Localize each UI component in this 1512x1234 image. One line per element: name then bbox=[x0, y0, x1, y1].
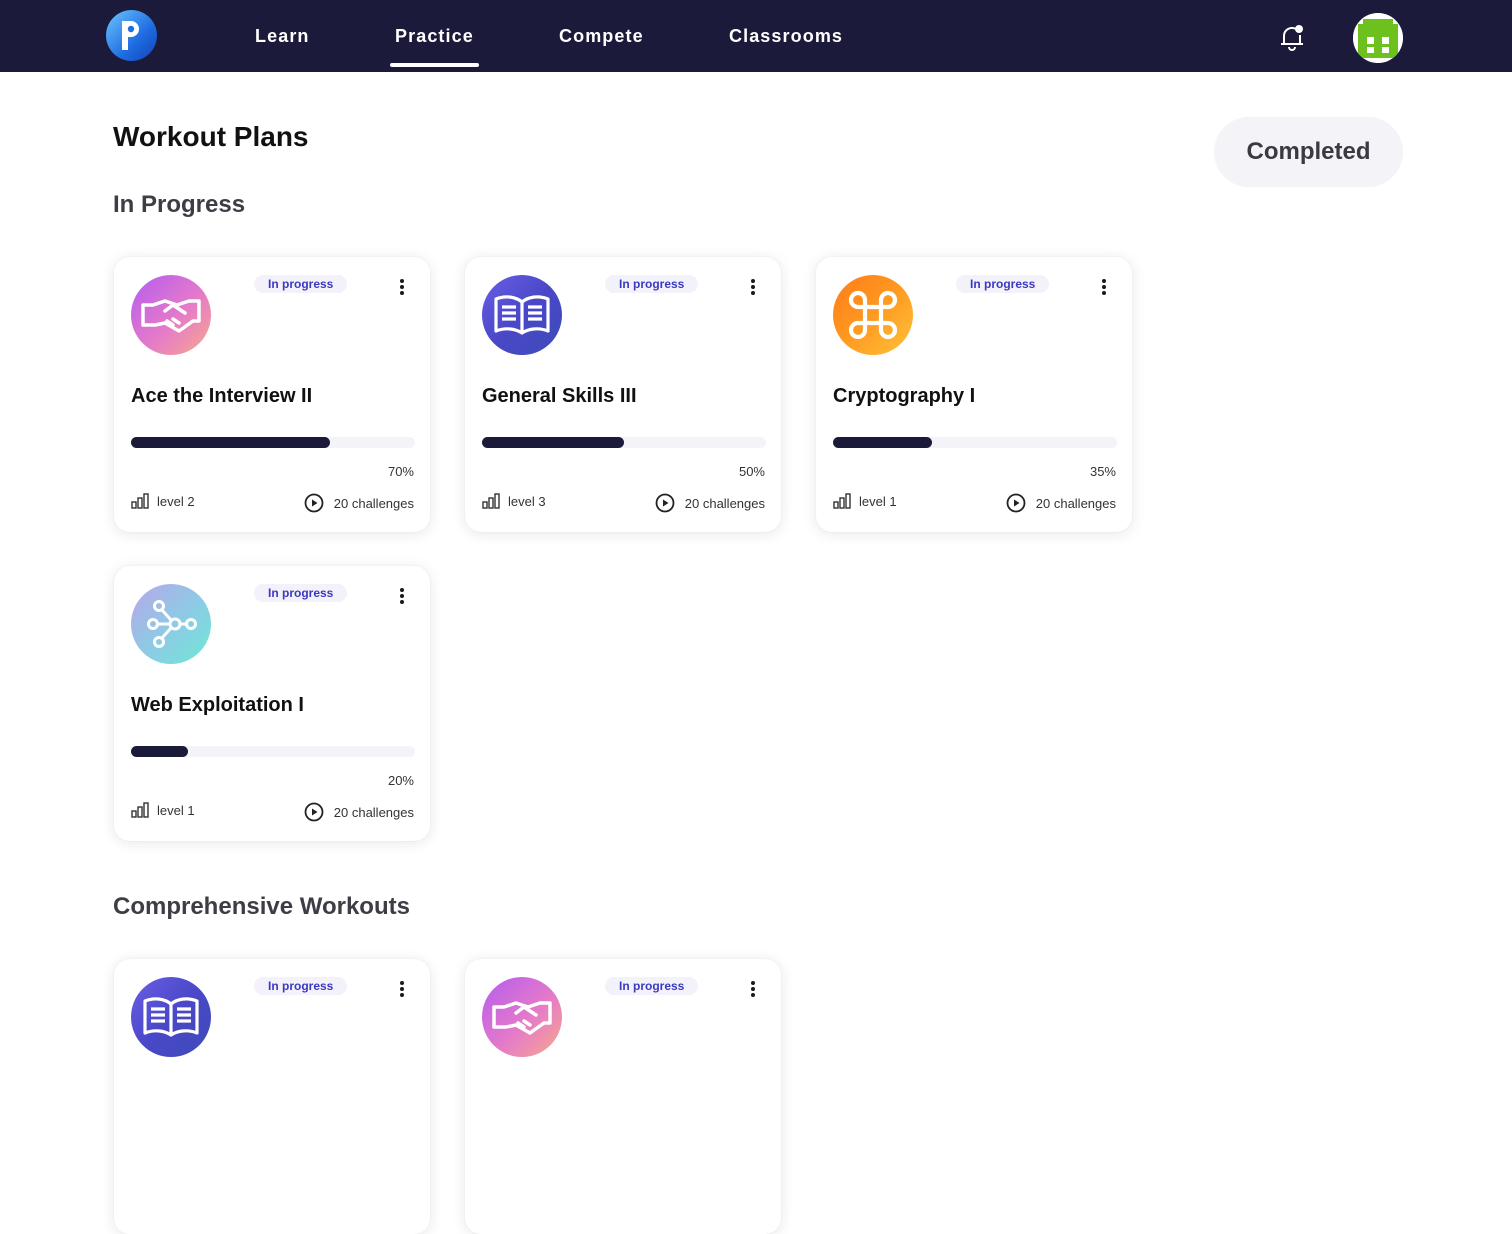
top-nav: Learn Practice Compete Classrooms bbox=[0, 0, 1512, 72]
more-options-icon[interactable] bbox=[394, 277, 410, 299]
level-info: level 1 bbox=[833, 493, 897, 509]
level-info: level 2 bbox=[131, 493, 195, 509]
card-title: Cryptography I bbox=[833, 385, 976, 407]
level-label: level 3 bbox=[508, 493, 546, 509]
progress-fill bbox=[482, 437, 624, 448]
progress-fill bbox=[131, 746, 188, 757]
play-circle-icon bbox=[655, 493, 675, 513]
more-options-icon[interactable] bbox=[394, 979, 410, 1001]
progress-fill bbox=[833, 437, 933, 448]
command-icon bbox=[833, 275, 913, 355]
progress-bar bbox=[131, 746, 415, 757]
handshake-icon bbox=[131, 275, 211, 355]
progress-percent: 20% bbox=[387, 773, 414, 788]
level-bars-icon bbox=[131, 802, 149, 818]
status-badge: In progress bbox=[254, 584, 348, 602]
card-title: General Skills III bbox=[482, 385, 637, 407]
workout-card-general-skills[interactable]: In progress General Skills III 50% level… bbox=[465, 257, 781, 532]
status-badge: In progress bbox=[956, 275, 1050, 293]
challenges-info: 20 challenges bbox=[1006, 493, 1116, 513]
nav-practice[interactable]: Practice bbox=[390, 26, 479, 67]
handshake-icon bbox=[482, 977, 562, 1057]
level-bars-icon bbox=[482, 493, 500, 509]
card-title: Ace the Interview II bbox=[131, 385, 313, 407]
comprehensive-card-1[interactable]: In progress bbox=[114, 959, 430, 1234]
progress-bar bbox=[131, 437, 415, 448]
logo-p-icon bbox=[122, 21, 139, 50]
play-circle-icon bbox=[304, 802, 324, 822]
level-label: level 2 bbox=[157, 493, 195, 509]
network-icon bbox=[131, 584, 211, 664]
pixel-avatar-icon bbox=[1353, 13, 1403, 63]
comprehensive-card-2[interactable]: In progress bbox=[465, 959, 781, 1234]
progress-percent: 35% bbox=[1089, 464, 1116, 479]
more-options-icon[interactable] bbox=[745, 979, 761, 1001]
challenges-info: 20 challenges bbox=[655, 493, 765, 513]
level-info: level 3 bbox=[482, 493, 546, 509]
level-bars-icon bbox=[131, 493, 149, 509]
level-label: level 1 bbox=[157, 802, 195, 818]
more-options-icon[interactable] bbox=[1096, 277, 1112, 299]
book-icon bbox=[131, 977, 211, 1057]
level-bars-icon bbox=[833, 493, 851, 509]
workout-card-cryptography[interactable]: In progress Cryptography I 35% level 1 2… bbox=[816, 257, 1132, 532]
notification-bell-icon[interactable] bbox=[1278, 22, 1306, 52]
status-badge: In progress bbox=[254, 977, 348, 995]
book-icon bbox=[482, 275, 562, 355]
challenges-label: 20 challenges bbox=[333, 495, 414, 511]
section-in-progress-heading: In Progress bbox=[113, 191, 246, 218]
progress-percent: 70% bbox=[387, 464, 414, 479]
challenges-label: 20 challenges bbox=[333, 804, 414, 820]
level-info: level 1 bbox=[131, 802, 195, 818]
more-options-icon[interactable] bbox=[394, 586, 410, 608]
status-badge: In progress bbox=[254, 275, 348, 293]
progress-percent: 50% bbox=[738, 464, 765, 479]
completed-button[interactable]: Completed bbox=[1214, 117, 1403, 187]
card-title: Web Exploitation I bbox=[131, 694, 304, 716]
section-comprehensive-heading: Comprehensive Workouts bbox=[113, 893, 410, 920]
status-badge: In progress bbox=[605, 275, 699, 293]
nav-classrooms[interactable]: Classrooms bbox=[729, 26, 843, 47]
progress-bar bbox=[482, 437, 766, 448]
play-circle-icon bbox=[304, 493, 324, 513]
nav-compete[interactable]: Compete bbox=[559, 26, 644, 47]
user-avatar[interactable] bbox=[1353, 13, 1403, 63]
status-badge: In progress bbox=[605, 977, 699, 995]
challenges-info: 20 challenges bbox=[304, 802, 414, 822]
level-label: level 1 bbox=[859, 493, 897, 509]
challenges-label: 20 challenges bbox=[684, 495, 765, 511]
workout-card-web-exploitation[interactable]: In progress Web Exploitation I 20% level… bbox=[114, 566, 430, 841]
progress-bar bbox=[833, 437, 1117, 448]
page-title: Workout Plans bbox=[113, 121, 309, 152]
nav-learn[interactable]: Learn bbox=[255, 26, 310, 47]
play-circle-icon bbox=[1006, 493, 1026, 513]
more-options-icon[interactable] bbox=[745, 277, 761, 299]
workout-card-ace-the-interview[interactable]: In progress Ace the Interview II 70% lev… bbox=[114, 257, 430, 532]
progress-fill bbox=[131, 437, 330, 448]
challenges-label: 20 challenges bbox=[1035, 495, 1116, 511]
picoctf-logo[interactable] bbox=[106, 10, 157, 61]
challenges-info: 20 challenges bbox=[304, 493, 414, 513]
